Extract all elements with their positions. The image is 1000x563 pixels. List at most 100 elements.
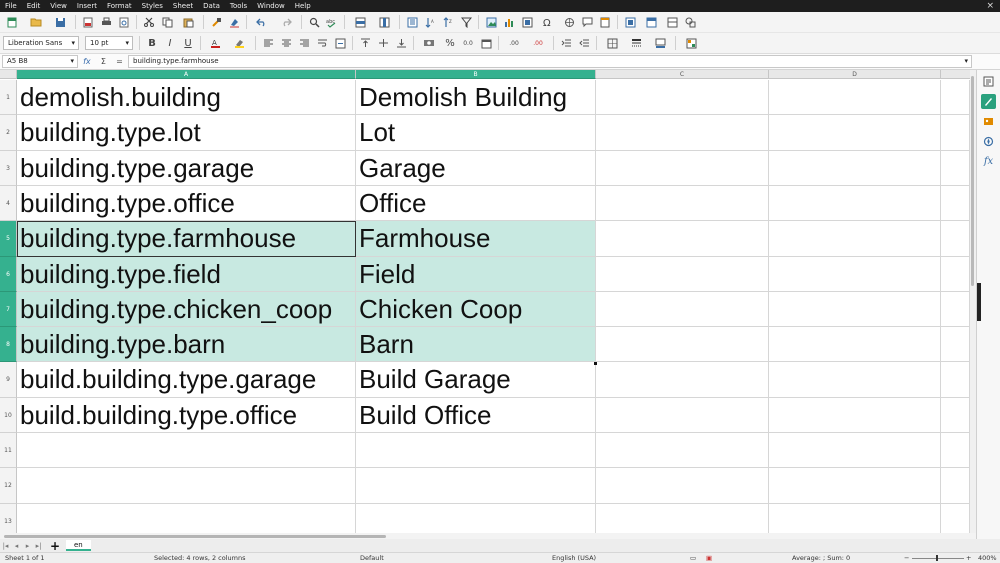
cell-empty[interactable] (769, 115, 941, 151)
wrap-text-icon[interactable] (314, 35, 330, 51)
cell-a[interactable] (17, 433, 356, 468)
gallery-icon[interactable] (981, 114, 996, 129)
cell-empty[interactable] (596, 327, 769, 362)
cell-a[interactable]: building.type.farmhouse (17, 221, 356, 257)
cell-b[interactable]: Barn (356, 327, 596, 362)
increase-indent-icon[interactable] (558, 35, 574, 51)
align-right-icon[interactable] (296, 35, 312, 51)
spelling-icon[interactable]: abc (324, 14, 340, 30)
cell-empty[interactable] (596, 433, 769, 468)
sum-summary[interactable]: Average: ; Sum: 0 (792, 553, 850, 563)
cell-a[interactable]: building.type.lot (17, 115, 356, 151)
name-box[interactable]: A5 B8 ▾ (2, 55, 78, 68)
spreadsheet-grid[interactable]: A B C D 1 demolish.building Demolish Build… (0, 70, 970, 533)
align-left-icon[interactable] (260, 35, 276, 51)
currency-format-icon[interactable] (418, 35, 440, 51)
decrease-indent-icon[interactable] (576, 35, 592, 51)
clone-formatting-icon[interactable] (208, 14, 224, 30)
font-name-combo[interactable]: Liberation Sans ▾ (3, 36, 79, 50)
cell-empty[interactable] (596, 398, 769, 433)
define-print-area-icon[interactable] (622, 14, 638, 30)
print-preview-icon[interactable] (116, 14, 132, 30)
cell-b[interactable]: Office (356, 186, 596, 221)
cell-b[interactable]: Farmhouse (356, 221, 596, 257)
align-top-icon[interactable] (357, 35, 373, 51)
cell-empty[interactable] (769, 257, 941, 292)
new-document-icon[interactable] (1, 14, 23, 30)
underline-button[interactable]: U (180, 35, 196, 51)
hyperlink-icon[interactable] (561, 14, 577, 30)
clear-formatting-icon[interactable] (226, 14, 242, 30)
headers-footers-icon[interactable] (597, 14, 613, 30)
percent-format-button[interactable]: % (442, 35, 458, 51)
scroll-first-sheet-icon[interactable]: |◂ (0, 542, 11, 550)
column-header-e[interactable] (941, 70, 970, 79)
column-header-a[interactable]: A (17, 70, 356, 79)
cell-empty[interactable] (769, 398, 941, 433)
menu-file[interactable]: File (0, 0, 22, 12)
cell-empty[interactable] (596, 80, 769, 115)
menu-format[interactable]: Format (102, 0, 137, 12)
cell-a[interactable] (17, 504, 356, 533)
expand-formula-icon[interactable]: ▾ (964, 56, 968, 67)
freeze-rows-columns-icon[interactable] (640, 14, 662, 30)
cell-empty[interactable] (941, 292, 970, 327)
print-icon[interactable] (98, 14, 114, 30)
zoom-slider-knob[interactable] (936, 555, 938, 561)
comment-icon[interactable] (579, 14, 595, 30)
cell-empty[interactable] (596, 362, 769, 398)
column-header-d[interactable]: D (769, 70, 941, 79)
border-style-icon[interactable] (625, 35, 647, 51)
merge-center-icon[interactable] (332, 35, 348, 51)
add-sheet-button[interactable]: + (48, 539, 62, 553)
font-size-combo[interactable]: 10 pt ▾ (85, 36, 133, 50)
cell-empty[interactable] (596, 221, 769, 257)
align-bottom-icon[interactable] (393, 35, 409, 51)
cell-empty[interactable] (941, 115, 970, 151)
cell-a[interactable]: building.type.office (17, 186, 356, 221)
open-folder-icon[interactable] (25, 14, 47, 30)
fill-handle[interactable] (594, 362, 597, 365)
cut-icon[interactable] (141, 14, 157, 30)
cell-a[interactable]: build.building.type.garage (17, 362, 356, 398)
cell-b[interactable] (356, 468, 596, 504)
row-header[interactable]: 2 (0, 115, 17, 151)
sheet-tab-en[interactable]: en (66, 540, 91, 551)
cell-b[interactable]: Chicken Coop (356, 292, 596, 327)
zoom-in-button[interactable]: + (966, 553, 971, 563)
cell-a[interactable]: building.type.chicken_coop (17, 292, 356, 327)
row-header[interactable]: 12 (0, 468, 17, 504)
cell-a[interactable] (17, 468, 356, 504)
cell-a[interactable]: building.type.field (17, 257, 356, 292)
highlight-color-icon[interactable] (229, 35, 251, 51)
scroll-next-sheet-icon[interactable]: ▸ (22, 542, 33, 550)
cell-empty[interactable] (596, 504, 769, 533)
font-color-icon[interactable]: A (205, 35, 227, 51)
find-replace-icon[interactable] (306, 14, 322, 30)
menu-styles[interactable]: Styles (137, 0, 168, 12)
show-draw-functions-icon[interactable] (682, 14, 698, 30)
special-character-icon[interactable]: Ω (537, 14, 559, 30)
cell-empty[interactable] (941, 504, 970, 533)
cell-empty[interactable] (941, 151, 970, 186)
row-header[interactable]: 6 (0, 257, 17, 292)
cell-empty[interactable] (769, 504, 941, 533)
border-color-icon[interactable] (649, 35, 671, 51)
sidebar-grip-handle[interactable] (977, 283, 981, 321)
cell-empty[interactable] (941, 433, 970, 468)
menu-help[interactable]: Help (290, 0, 316, 12)
cell-a[interactable]: build.building.type.office (17, 398, 356, 433)
cell-empty[interactable] (941, 327, 970, 362)
row-icon[interactable] (349, 14, 371, 30)
functions-icon[interactable]: fx (981, 154, 996, 169)
cell-empty[interactable] (941, 221, 970, 257)
cell-b[interactable] (356, 433, 596, 468)
cell-empty[interactable] (769, 292, 941, 327)
sort-descending-icon[interactable]: Z (440, 14, 456, 30)
cell-a[interactable]: building.type.barn (17, 327, 356, 362)
menu-sheet[interactable]: Sheet (168, 0, 198, 12)
redo-icon[interactable] (275, 14, 297, 30)
cell-empty[interactable] (596, 151, 769, 186)
menu-data[interactable]: Data (198, 0, 225, 12)
italic-button[interactable]: I (162, 35, 178, 51)
